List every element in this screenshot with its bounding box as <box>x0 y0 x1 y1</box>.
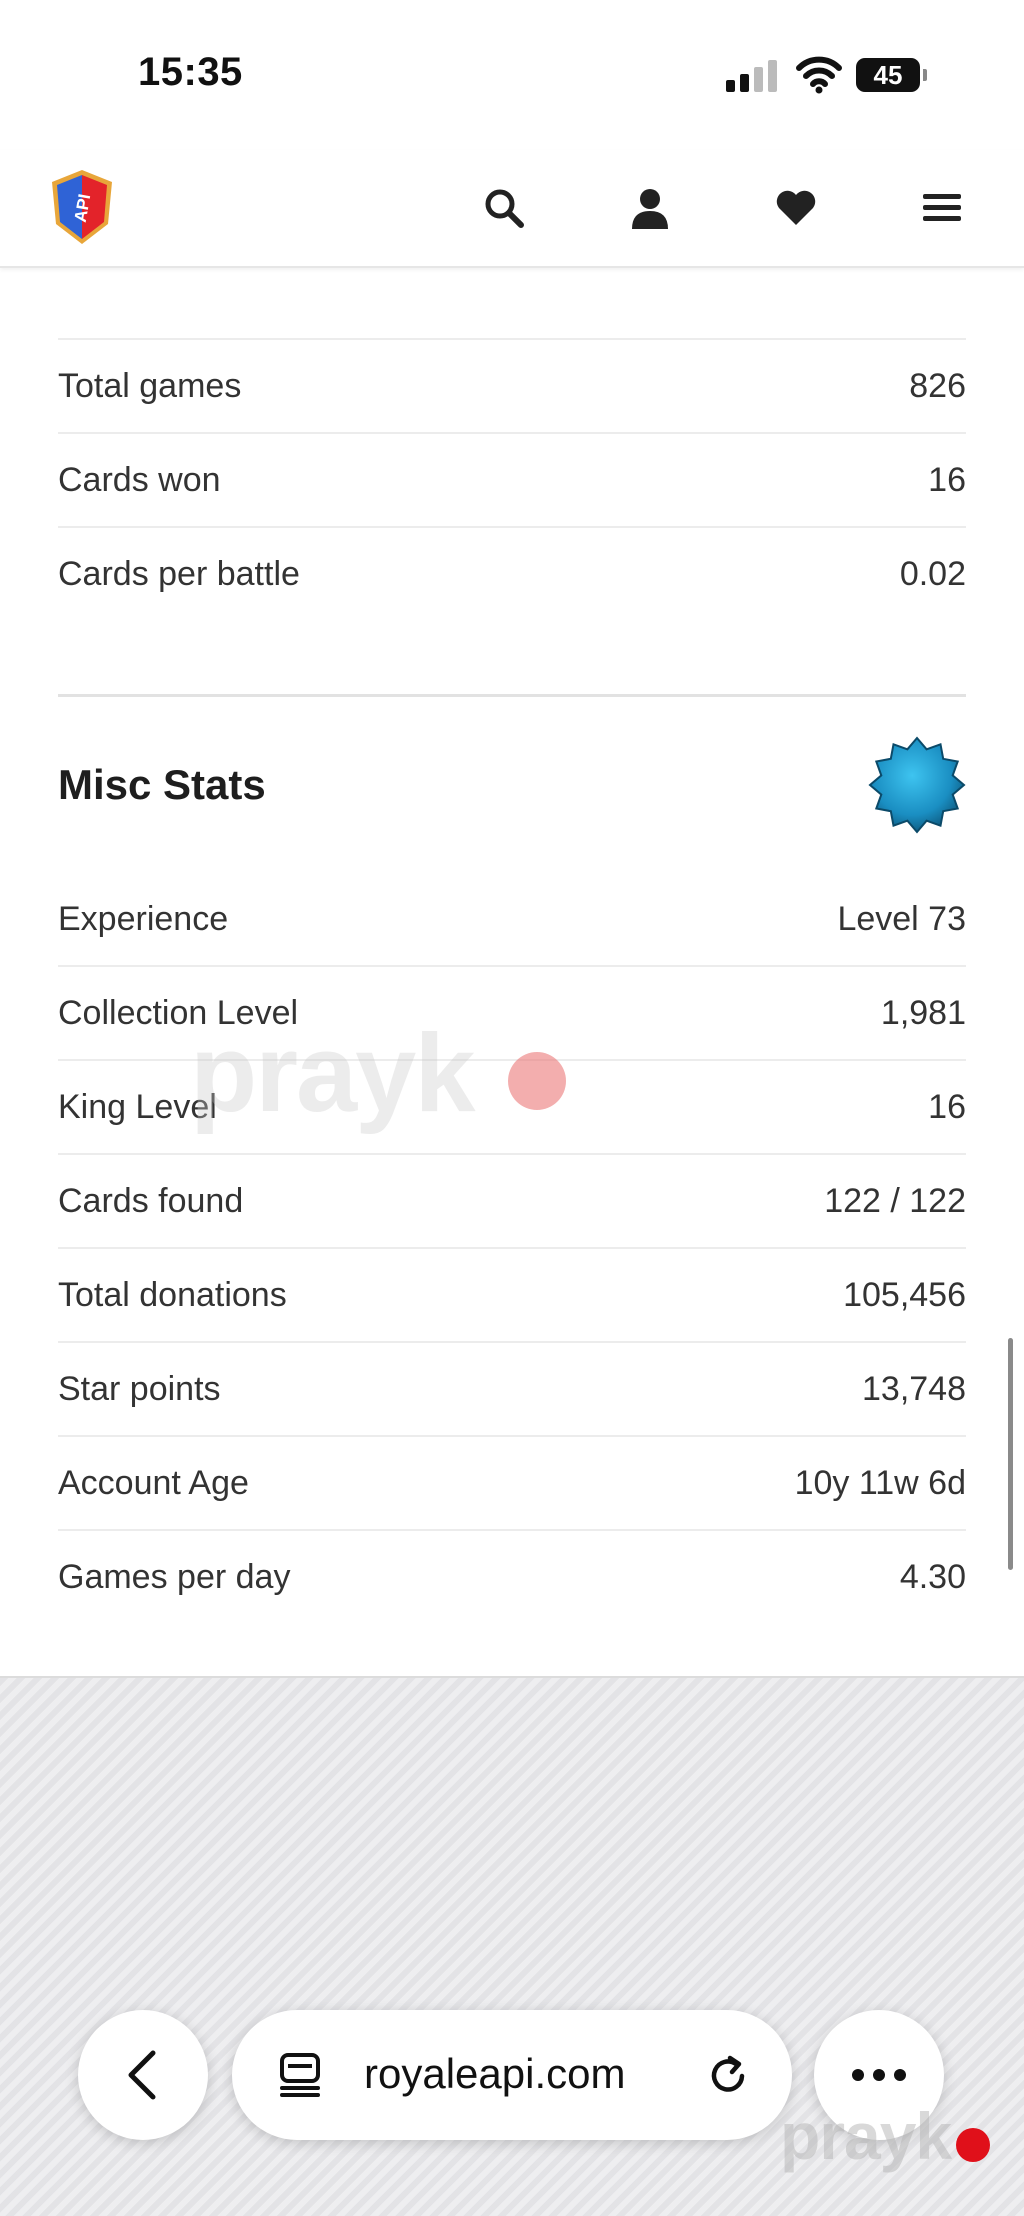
chevron-left-icon <box>128 2050 156 2100</box>
status-bar: 15:35 45 <box>0 0 1024 150</box>
url-text[interactable]: royaleapi.com <box>364 2050 625 2098</box>
stat-label: Star points <box>58 1369 221 1408</box>
watermark-text: prayk <box>190 1012 476 1135</box>
misc-stats-header: Misc Stats <box>58 697 966 873</box>
status-time: 15:35 <box>138 50 243 94</box>
wifi-icon <box>796 56 842 94</box>
stat-label: Cards per battle <box>58 554 300 593</box>
reload-icon[interactable] <box>706 2054 750 2098</box>
stat-label: Experience <box>58 899 229 938</box>
ellipsis-icon <box>852 2069 906 2081</box>
menu-icon[interactable] <box>914 180 970 236</box>
stat-row-cards-per-battle: Cards per battle 0.02 <box>58 528 966 620</box>
stat-row-total-donations: Total donations 105,456 <box>58 1249 966 1343</box>
site-header: API <box>0 150 1024 268</box>
stat-label: Cards won <box>58 460 221 499</box>
stat-row-star-points: Star points 13,748 <box>58 1343 966 1437</box>
stat-label: Total games <box>58 366 242 405</box>
player-stats-content: Total games 826 Cards won 16 Cards per b… <box>58 290 966 1623</box>
stat-row-cards-found: Cards found 122 / 122 <box>58 1155 966 1249</box>
watermark-dot <box>508 1052 566 1110</box>
search-icon[interactable] <box>476 180 532 236</box>
stat-value: 10y 11w 6d <box>794 1463 966 1502</box>
page-menu-icon[interactable] <box>276 2052 324 2098</box>
stat-row-games-per-day: Games per day 4.30 <box>58 1531 966 1623</box>
back-button[interactable] <box>78 2010 208 2140</box>
heart-icon[interactable] <box>768 180 824 236</box>
stat-row-experience: Experience Level 73 <box>58 873 966 967</box>
stat-label: Cards found <box>58 1181 244 1220</box>
user-icon[interactable] <box>622 180 678 236</box>
stat-label: Account Age <box>58 1463 249 1502</box>
stat-label: Total donations <box>58 1275 287 1314</box>
royaleapi-logo[interactable]: API <box>48 168 116 246</box>
stat-value: 16 <box>928 460 966 499</box>
stat-value: Level 73 <box>837 899 966 938</box>
stat-row-account-age: Account Age 10y 11w 6d <box>58 1437 966 1531</box>
stat-value: 16 <box>928 1087 966 1126</box>
cellular-signal-icon <box>726 58 778 92</box>
stat-value: 13,748 <box>862 1369 966 1408</box>
stat-value: 4.30 <box>899 1557 966 1596</box>
watermark-dot-corner <box>956 2128 990 2162</box>
page-scrollbar[interactable] <box>1008 1338 1013 1570</box>
stat-value: 122 / 122 <box>824 1181 966 1220</box>
stat-label: Games per day <box>58 1557 291 1596</box>
watermark-text-corner: prayk <box>780 2099 952 2173</box>
blue-star-badge-icon <box>868 736 966 834</box>
stat-row-total-games: Total games 826 <box>58 340 966 434</box>
stat-value: 1,981 <box>880 993 966 1032</box>
stat-value: 0.02 <box>899 554 966 593</box>
section-title: Misc Stats <box>58 761 266 808</box>
stat-value: 826 <box>909 366 966 405</box>
battery-indicator: 45 <box>856 58 927 92</box>
stat-value: 105,456 <box>843 1275 966 1314</box>
address-bar[interactable]: royaleapi.com <box>232 2010 792 2140</box>
clipped-row <box>58 290 966 340</box>
stat-row-cards-won: Cards won 16 <box>58 434 966 528</box>
